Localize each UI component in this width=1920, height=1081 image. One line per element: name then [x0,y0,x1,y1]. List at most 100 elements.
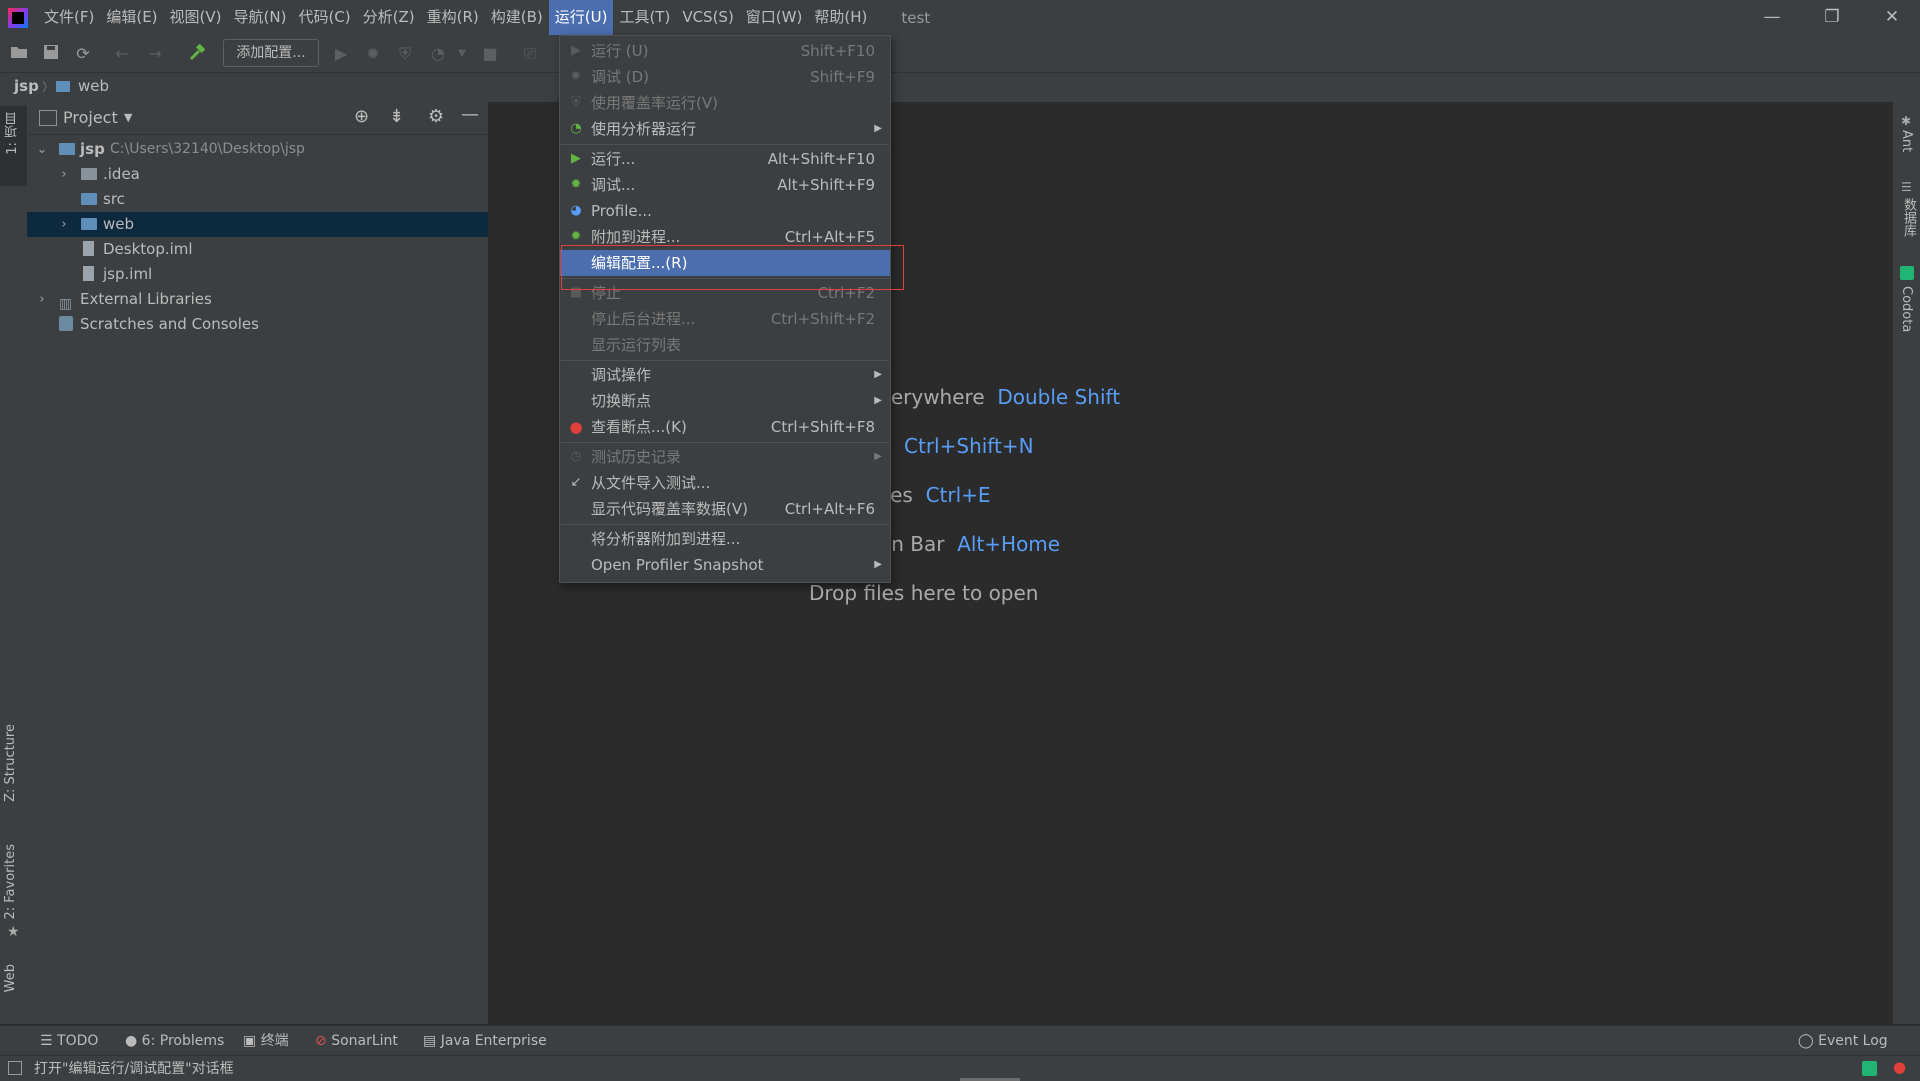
locate-file-icon[interactable]: ⊕ [354,106,369,127]
menu-view[interactable]: 视图(V) [164,0,228,35]
menu-item-test-history[interactable]: ◷ 测试历史记录 ▶ [560,444,890,470]
menu-file[interactable]: 文件(F) [38,0,100,35]
tree-item-label: External Libraries [80,290,212,308]
menu-vcs[interactable]: VCS(S) [676,0,739,35]
menu-window[interactable]: 窗口(W) [740,0,809,35]
gear-icon[interactable]: ⚙ [428,106,444,127]
save-all-icon[interactable] [41,44,61,64]
coverage-icon[interactable]: ⛨ [395,44,415,64]
toggle-tool-windows-icon[interactable] [8,1061,22,1075]
tab-sonarlint[interactable]: ⊘ SonarLint [315,1026,398,1056]
attach-debugger-icon[interactable]: ⎚ [520,44,540,64]
tree-item-web[interactable]: › web [27,212,488,237]
menu-item-debug[interactable]: ✹ 调试 (D) Shift+F9 [560,64,890,90]
breakpoints-icon: ● [569,418,583,436]
menu-refactor[interactable]: 重构(R) [421,0,485,35]
tree-item-src[interactable]: src [27,187,488,212]
main-toolbar: ⟳ ← → 添加配置... ▶ ✹ ⛨ ◔ ▼ ■ ⎚ [0,35,1920,73]
event-log-button[interactable]: ◯ Event Log [1798,1026,1888,1056]
menu-run[interactable]: 运行(U) [548,0,614,35]
menu-item-stop-background[interactable]: 停止后台进程... Ctrl+Shift+F2 [560,306,890,332]
codota-status-icon[interactable] [1862,1061,1877,1076]
close-window-button[interactable]: ✕ [1864,0,1920,35]
restore-button[interactable]: ❐ [1804,0,1860,35]
tree-item-jsp-iml[interactable]: jsp.iml [27,262,488,287]
tree-item-idea[interactable]: › .idea [27,162,488,187]
chevron-right-icon[interactable]: › [57,162,71,187]
project-view-icon [39,110,57,126]
tab-project[interactable]: 1: 项目 [3,112,22,155]
breadcrumb: jsp 〉 web [0,73,1920,103]
web-folder-icon [81,218,97,230]
status-bar: 打开"编辑运行/调试配置"对话框 ● [0,1055,1920,1081]
chevron-down-icon[interactable]: ▼ [124,111,132,124]
tree-item-label: src [103,190,125,208]
menu-item-run-dialog[interactable]: ▶ 运行... Alt+Shift+F10 [560,146,890,172]
build-hammer-icon[interactable] [187,43,207,64]
menu-item-import-tests[interactable]: ↙ 从文件导入测试... [560,470,890,496]
chevron-right-icon[interactable]: › [35,287,49,312]
tree-item-scratches[interactable]: Scratches and Consoles [27,312,488,337]
menu-item-debug-dialog[interactable]: ✹ 调试... Alt+Shift+F9 [560,172,890,198]
tab-ant[interactable]: Ant [1899,130,1914,152]
menu-item-show-running-list[interactable]: 显示运行列表 [560,332,890,358]
tree-item-label: Scratches and Consoles [80,315,259,333]
error-indicator-icon[interactable]: ● [1893,1058,1906,1076]
open-folder-icon[interactable] [9,44,29,64]
tab-java-enterprise[interactable]: ▤ Java Enterprise [423,1026,547,1056]
menu-item-open-profiler-snapshot[interactable]: Open Profiler Snapshot ▶ [560,552,890,578]
add-configuration-button[interactable]: 添加配置... [223,39,319,67]
tab-codota[interactable]: Codota [1899,286,1914,332]
tab-web[interactable]: Web [3,964,18,992]
breadcrumb-separator: 〉 [42,80,55,94]
project-view-selector[interactable]: Project [63,108,118,127]
menu-item-attach-profiler[interactable]: 将分析器附加到进程... [560,526,890,552]
tab-structure[interactable]: Z: Structure [3,724,18,802]
profiler-icon[interactable]: ◔ [428,44,448,64]
warning-icon: ● [125,1033,138,1049]
menu-item-profile[interactable]: ◕ Profile... [560,198,890,224]
breadcrumb-current[interactable]: web [78,77,109,95]
chevron-down-icon[interactable]: ▼ [452,44,472,64]
module-folder-icon [59,143,75,155]
menu-item-view-breakpoints[interactable]: ● 查看断点...(K) Ctrl+Shift+F8 [560,414,890,440]
menu-analyze[interactable]: 分析(Z) [357,0,421,35]
debug-icon[interactable]: ✹ [363,44,383,64]
menu-help[interactable]: 帮助(H) [808,0,873,35]
tab-database[interactable]: 数据库 [1899,198,1918,237]
stop-icon[interactable]: ■ [480,44,500,64]
menu-code[interactable]: 代码(C) [292,0,356,35]
menu-tools[interactable]: 工具(T) [613,0,676,35]
menu-item-run[interactable]: ▶ 运行 (U) Shift+F10 [560,38,890,64]
menu-edit[interactable]: 编辑(E) [100,0,163,35]
tree-item-desktop-iml[interactable]: Desktop.iml [27,237,488,262]
menu-item-toggle-breakpoint[interactable]: 切换断点 ▶ [560,388,890,414]
chevron-right-icon[interactable]: › [57,212,71,237]
breadcrumb-root[interactable]: jsp [14,77,39,95]
run-icon: ▶ [571,43,581,58]
menu-item-show-coverage-data[interactable]: 显示代码覆盖率数据(V) Ctrl+Alt+F6 [560,496,890,522]
tree-item-jsp[interactable]: ⌄ jsp C:\Users\32140\Desktop\jsp [27,137,488,162]
menu-item-run-with-profiler[interactable]: ◔ 使用分析器运行 ▶ [560,116,890,142]
minimize-button[interactable]: — [1744,0,1800,35]
sync-icon[interactable]: ⟳ [73,44,93,64]
hint-go-to-file: e Ctrl+Shift+N [879,434,1034,458]
menu-build[interactable]: 构建(B) [485,0,549,35]
menu-item-debugging-actions[interactable]: 调试操作 ▶ [560,362,890,388]
forward-icon[interactable]: → [145,44,165,64]
project-panel: Project ▼ ⊕ ⇟ ⚙ — ⌄ jsp C:\Users\32140\D… [27,102,489,1024]
tab-terminal[interactable]: ▣ 终端 [243,1026,289,1056]
run-icon[interactable]: ▶ [331,44,351,64]
tab-favorites[interactable]: 2: Favorites [3,844,18,920]
menu-item-run-with-coverage[interactable]: ⛨ 使用覆盖率运行(V) [560,90,890,116]
back-icon[interactable]: ← [112,44,132,64]
tab-problems[interactable]: ● 6: Problems [125,1026,224,1056]
menu-navigate[interactable]: 导航(N) [228,0,293,35]
tree-item-external-libraries[interactable]: › ▥ External Libraries [27,287,488,312]
submenu-arrow-icon: ▶ [874,123,882,134]
folder-icon [56,81,70,92]
collapse-all-icon[interactable]: ⇟ [389,106,404,127]
tab-todo[interactable]: ☰ TODO [40,1026,98,1056]
chevron-down-icon[interactable]: ⌄ [35,137,49,162]
hide-panel-icon[interactable]: — [461,104,479,125]
